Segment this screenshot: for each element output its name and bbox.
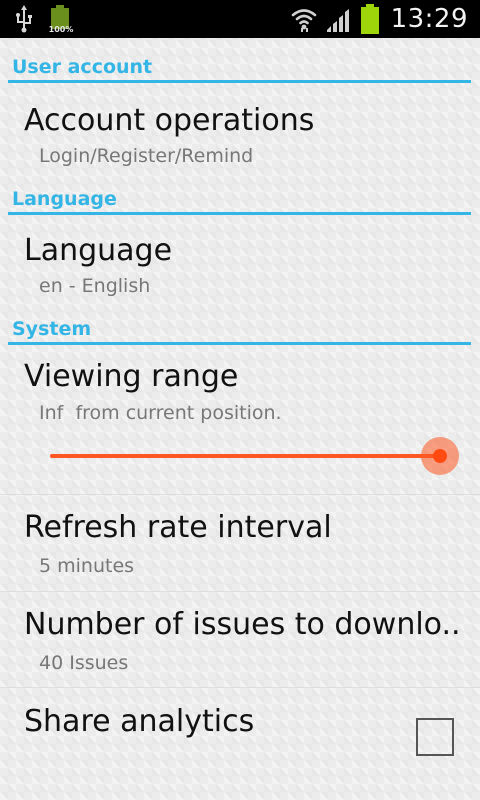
wifi-icon [291, 6, 317, 32]
viewing-range-text: from current position. [75, 402, 282, 424]
pref-share-analytics[interactable]: Share analytics [0, 688, 480, 800]
pref-refresh-rate[interactable]: Refresh rate interval 5 minutes [0, 495, 480, 592]
pref-summary: 40 Issues [39, 652, 129, 674]
category-label: System [12, 318, 92, 340]
share-analytics-checkbox[interactable] [416, 718, 454, 756]
pref-viewing-range[interactable]: Viewing range Inf from current position. [0, 345, 480, 495]
usb-icon [12, 5, 36, 33]
pref-title: Account operations [24, 103, 315, 138]
viewing-range-value: Inf [39, 402, 64, 424]
pref-account-operations[interactable]: Account operations Login/Register/Remind [0, 85, 480, 187]
pref-summary: Login/Register/Remind [39, 145, 254, 167]
battery-icon [360, 4, 379, 34]
pref-issues-count[interactable]: Number of issues to downlo.. 40 Issues [0, 592, 480, 688]
status-bar-left: 100% [12, 0, 73, 38]
signal-icon [325, 6, 353, 32]
battery-percent-label: 100% [48, 25, 74, 34]
pref-summary: en - English [39, 275, 151, 297]
category-label: Language [12, 188, 117, 210]
status-bar: 100% 13:29 [0, 0, 480, 38]
pref-title: Viewing range [24, 359, 239, 394]
pref-summary: Inf from current position. [39, 402, 282, 424]
category-user-account: User account [8, 50, 471, 83]
pref-language[interactable]: Language en - English [0, 215, 480, 317]
viewing-range-slider-track[interactable] [50, 454, 442, 458]
settings-list: User account Account operations Login/Re… [0, 38, 480, 800]
viewing-range-slider-thumb[interactable] [433, 449, 447, 463]
pref-title: Language [24, 233, 173, 268]
category-language: Language [8, 184, 471, 215]
battery-icon: 100% [49, 5, 73, 34]
category-system: System [8, 314, 471, 345]
status-bar-right: 13:29 [291, 0, 468, 38]
pref-title: Number of issues to downlo.. [24, 607, 461, 642]
status-clock: 13:29 [390, 4, 468, 34]
pref-summary: 5 minutes [39, 555, 135, 577]
pref-title: Refresh rate interval [24, 510, 332, 545]
category-label: User account [12, 56, 153, 78]
pref-title: Share analytics [24, 704, 255, 739]
